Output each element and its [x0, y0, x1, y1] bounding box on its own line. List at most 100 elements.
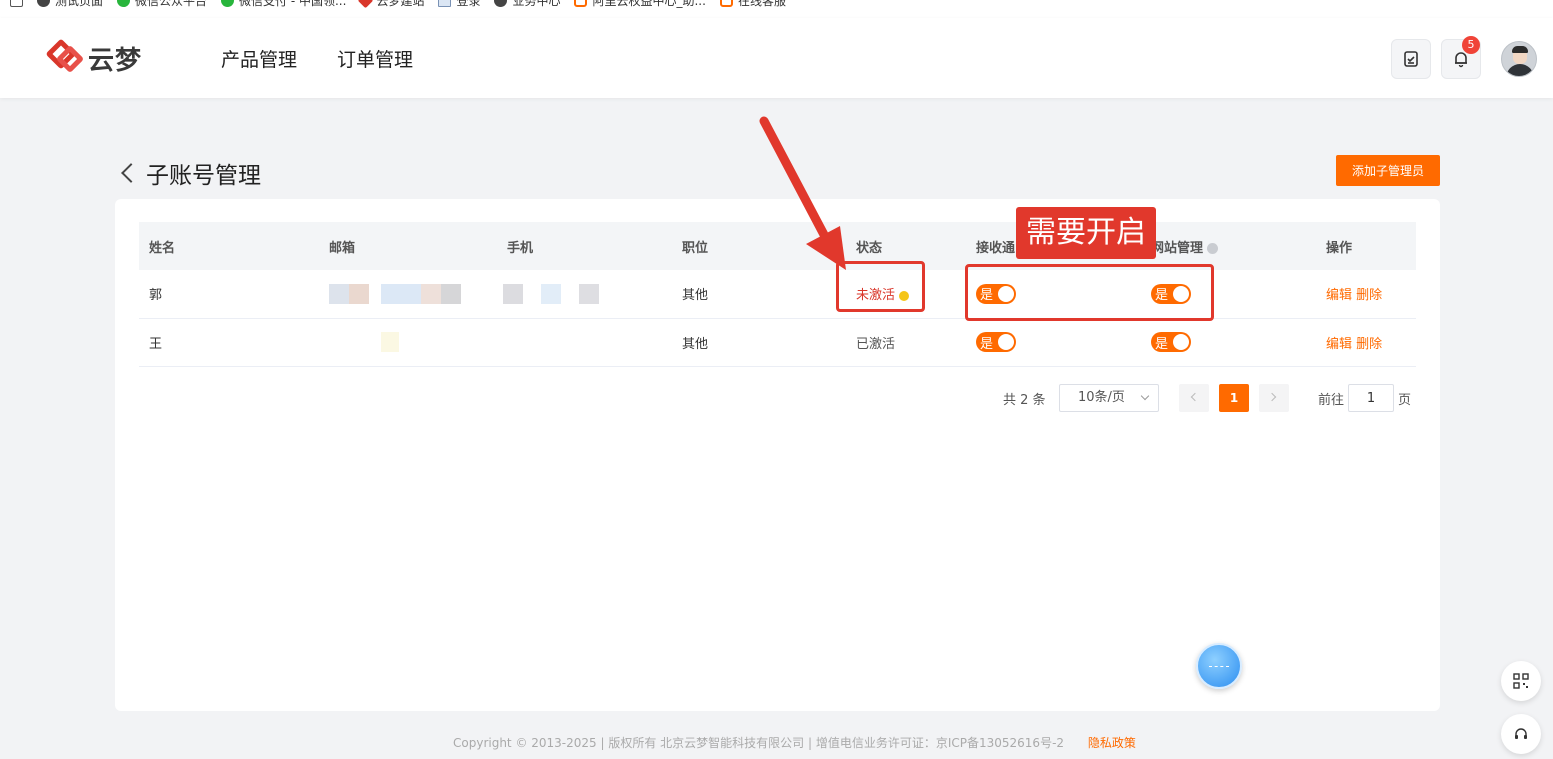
bookmark-item[interactable]: 登录 [438, 0, 480, 9]
notification-badge: 5 [1462, 36, 1480, 54]
redacted-block [329, 283, 349, 304]
prev-page-button[interactable] [1179, 384, 1209, 412]
redacted-block [541, 283, 562, 304]
redacted-block [441, 283, 461, 304]
goto-suffix: 页 [1398, 393, 1412, 408]
main-nav: 产品管理 订单管理 [221, 45, 413, 72]
cell-position: 其他 [672, 318, 846, 367]
redacted-block [503, 283, 524, 304]
cell-receive: 是 [966, 318, 1141, 367]
bookmark-label: 云梦建站 [376, 0, 425, 8]
chevron-down-icon [1140, 391, 1150, 401]
toggle-label: 是 [980, 336, 994, 352]
col-phone: 手机 [497, 222, 672, 270]
next-page-button[interactable] [1259, 384, 1289, 412]
globe-icon [37, 0, 50, 7]
aliyun-icon [574, 0, 588, 7]
pagination: 共 2 条 10条/页 1 前往 页 [115, 384, 1440, 412]
goto-label: 前往 [1318, 393, 1345, 408]
redacted-block [381, 283, 421, 304]
col-site-manage: 网站管理 [1141, 222, 1316, 270]
cell-name: 郭 [139, 270, 319, 319]
delete-link[interactable]: 删除 [1356, 337, 1382, 352]
cell-name: 王 [139, 318, 319, 367]
receive-toggle[interactable]: 是 [976, 332, 1016, 352]
page-number-current[interactable]: 1 [1219, 384, 1249, 412]
delete-link[interactable]: 删除 [1356, 288, 1382, 303]
copyright-text: Copyright © 2013-2025 | 版权所有 北京云梦智能科技有限公… [453, 736, 1065, 750]
page-size-value: 10条/页 [1078, 390, 1125, 405]
cell-position: 其他 [672, 270, 846, 319]
bookmark-label: 微信支付 - 中国领... [239, 0, 347, 8]
page-title: 子账号管理 [146, 163, 261, 189]
top-header: 云梦 产品管理 订单管理 5 [0, 18, 1553, 98]
table-row: 王 其他 已激活 是 是 编辑 删除 [139, 318, 1416, 367]
chevron-left-icon [1190, 392, 1200, 402]
bookmarks-bar: 测试页面 微信公众平台 微信支付 - 中国领... 云梦建站 登录 业务中心 阿… [0, 0, 1553, 18]
col-position: 职位 [672, 222, 846, 270]
cell-phone [381, 318, 672, 367]
annotation-box-toggles [965, 264, 1214, 321]
redacted-block [381, 332, 399, 352]
bookmark-label: 测试页面 [55, 0, 104, 8]
tasks-button[interactable] [1391, 39, 1431, 79]
bookmark-label: 登录 [456, 0, 481, 8]
bookmark-page-icon[interactable] [10, 0, 23, 7]
redacted-block [579, 283, 600, 304]
yunmeng-icon [358, 0, 374, 8]
bookmark-item[interactable]: 测试页面 [37, 0, 103, 9]
add-sub-admin-button[interactable]: 添加子管理员 [1336, 155, 1440, 186]
floating-assistant-ball[interactable] [1196, 643, 1242, 689]
bookmark-label: 业务中心 [512, 0, 561, 8]
qr-code-button[interactable] [1501, 661, 1541, 701]
wechat-icon [117, 0, 131, 7]
table-row: 郭 其他 未激活 是 是 编辑 删除 [139, 270, 1416, 319]
bookmark-label: 阿里云权益中心_助... [592, 0, 706, 8]
col-actions: 操作 [1316, 222, 1416, 270]
bookmark-item[interactable]: 微信支付 - 中国领... [221, 0, 346, 9]
customer-service-button[interactable] [1501, 714, 1541, 754]
sub-account-table: 姓名 邮箱 手机 职位 状态 接收通 网站管理 操作 郭 其他 未激活 是 是 … [139, 222, 1416, 367]
pagination-total: 共 2 条 [1003, 393, 1046, 408]
user-avatar[interactable] [1501, 41, 1537, 77]
wechat-icon [221, 0, 235, 7]
aliyun-icon [719, 0, 733, 7]
privacy-policy-link[interactable]: 隐私政策 [1088, 736, 1136, 750]
bookmark-item[interactable]: 阿里云权益中心_助... [574, 0, 706, 9]
cell-actions: 编辑 删除 [1316, 270, 1416, 319]
page-title-bar: 子账号管理 [118, 156, 261, 190]
redacted-block [421, 283, 441, 304]
status-text: 已激活 [856, 336, 896, 352]
clipboard-check-icon [1404, 51, 1418, 67]
redacted-block [349, 283, 369, 304]
bookmark-item[interactable]: 微信公众平台 [117, 0, 207, 9]
cell-actions: 编辑 删除 [1316, 318, 1416, 367]
chevron-right-icon [1267, 392, 1277, 402]
goto-page-input[interactable] [1348, 384, 1394, 412]
toggle-label: 是 [1155, 336, 1169, 352]
back-icon[interactable] [121, 163, 141, 183]
edit-link[interactable]: 编辑 [1326, 288, 1352, 303]
logo-mark-icon [45, 38, 85, 77]
bookmark-label: 在线客服 [737, 0, 786, 8]
cell-email [319, 318, 497, 367]
bookmark-item[interactable]: 在线客服 [719, 0, 786, 9]
info-icon[interactable] [1207, 242, 1219, 254]
col-site-manage-label: 网站管理 [1151, 240, 1204, 256]
site-manage-toggle[interactable]: 是 [1151, 332, 1191, 352]
edit-link[interactable]: 编辑 [1326, 337, 1352, 352]
table-header-row: 姓名 邮箱 手机 职位 状态 接收通 网站管理 操作 [139, 222, 1416, 270]
page-size-select[interactable]: 10条/页 [1059, 384, 1159, 412]
annotation-label: 需要开启 [1016, 207, 1156, 259]
cell-site-manage: 是 [1141, 318, 1316, 367]
nav-product-management[interactable]: 产品管理 [221, 45, 297, 72]
globe-icon [494, 0, 508, 7]
bookmark-label: 微信公众平台 [135, 0, 208, 8]
logo[interactable]: 云梦 [45, 38, 143, 77]
sub-account-card: 姓名 邮箱 手机 职位 状态 接收通 网站管理 操作 郭 其他 未激活 是 是 … [115, 199, 1440, 711]
nav-order-management[interactable]: 订单管理 [337, 45, 413, 72]
bookmark-item[interactable]: 业务中心 [494, 0, 560, 9]
logo-text: 云梦 [88, 45, 143, 76]
qr-code-icon [1513, 673, 1529, 689]
bookmark-item[interactable]: 云梦建站 [358, 0, 425, 9]
